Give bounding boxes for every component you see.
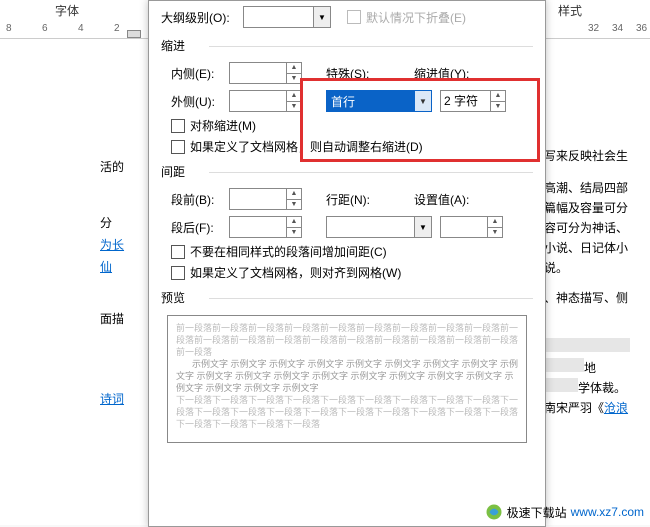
preview-box: 前一段落前一段落前一段落前一段落前一段落前一段落前一段落前一段落前一段落前一段落… [167, 315, 527, 443]
before-label: 段前(B): [171, 191, 229, 208]
line-spacing-label: 行距(N): [326, 191, 414, 208]
before-spinner[interactable]: ▲▼ [287, 188, 302, 210]
set-value-input[interactable] [440, 216, 488, 238]
no-space-same-style-label: 不要在相同样式的段落间增加间距(C) [190, 243, 387, 260]
outline-level-combo[interactable]: ▼ [243, 6, 331, 28]
collapse-checkbox [347, 10, 361, 24]
before-input[interactable] [229, 188, 287, 210]
outside-input[interactable] [229, 90, 287, 112]
set-value-spinner[interactable]: ▲▼ [488, 216, 503, 238]
mirror-indent-checkbox[interactable] [171, 119, 185, 133]
grid-adjust-checkbox[interactable] [171, 140, 185, 154]
inside-label: 内侧(E): [171, 65, 229, 82]
after-input[interactable] [229, 216, 287, 238]
style-group-label: 样式 [558, 2, 582, 19]
after-label: 段后(F): [171, 219, 229, 236]
font-group-label: 字体 [55, 2, 79, 19]
snap-grid-label: 如果定义了文档网格，则对齐到网格(W) [190, 264, 401, 281]
watermark-link[interactable]: www.xz7.com [571, 505, 644, 519]
red-highlight [300, 78, 540, 162]
line-spacing-combo[interactable]: ▼ [326, 216, 432, 238]
site-logo-icon [485, 503, 503, 521]
outside-label: 外侧(U): [171, 93, 229, 110]
watermark: 极速下载站 www.xz7.com [485, 503, 644, 521]
after-spinner[interactable]: ▲▼ [287, 216, 302, 238]
doc-right-text: 写来反映社会生 高潮、结局四部 篇幅及容量可分 容可分为神话、 小说、日记体小 … [540, 40, 650, 418]
snap-grid-checkbox[interactable] [171, 266, 185, 280]
chevron-down-icon[interactable]: ▼ [313, 7, 330, 27]
outline-level-label: 大纲级别(O): [161, 9, 243, 26]
no-space-same-style-checkbox[interactable] [171, 245, 185, 259]
set-value-label: 设置值(A): [414, 191, 484, 208]
chevron-down-icon[interactable]: ▼ [414, 217, 431, 237]
collapse-label: 默认情况下折叠(E) [366, 9, 466, 26]
indent-marker-left[interactable] [127, 30, 141, 38]
inside-input[interactable] [229, 62, 287, 84]
doc-left-text: 活的 分 为长 仙 面描 诗词 [100, 150, 148, 410]
mirror-indent-label: 对称缩进(M) [190, 117, 256, 134]
